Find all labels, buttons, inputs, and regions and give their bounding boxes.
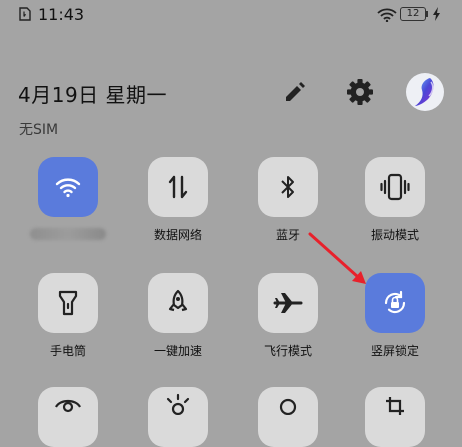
user-avatar[interactable] [406,73,444,111]
settings-gear-icon[interactable] [343,75,377,109]
sun-icon [166,393,190,415]
tile-wifi[interactable] [18,157,118,267]
tile-rotation-lock[interactable]: 竖屏锁定 [345,273,445,383]
data-network-toggle[interactable] [148,157,208,217]
tile-search[interactable] [258,387,318,447]
battery-tip [426,11,428,17]
tile-data-network[interactable]: 数据网络 [128,157,228,267]
airplane-icon [273,293,303,313]
tile-label-flashlight: 手电筒 [49,344,86,358]
data-network-icon [168,175,188,199]
tile-label-airplane: 飞行模式 [263,344,312,358]
sim-status-label: 无SIM [19,122,59,138]
charging-bolt-icon [433,7,440,21]
vibrate-icon [380,173,410,201]
tile-label-data: 数据网络 [153,228,202,242]
rocket-icon [168,289,188,312]
flashlight-icon [58,290,78,316]
vibrate-toggle[interactable] [365,157,425,217]
tile-boost[interactable]: 一键加速 [128,273,228,383]
bluetooth-toggle[interactable] [258,157,318,217]
tile-brightness[interactable] [148,387,208,447]
tile-label-rotation-lock: 竖屏锁定 [370,344,419,358]
wifi-network-name-redacted [30,228,106,240]
sim-card-icon [19,7,31,21]
status-bar: 11:43 12 [0,0,462,32]
tile-flashlight[interactable]: 手电筒 [18,273,118,383]
bluetooth-icon [281,176,294,198]
boost-toggle[interactable] [148,273,208,333]
date-label: 4月19日 星期一 [18,83,168,107]
tile-label-boost: 一键加速 [153,344,202,358]
crop-icon [386,397,404,415]
tile-airplane[interactable]: 飞行模式 [238,273,338,383]
wifi-signal-icon [377,8,397,22]
flashlight-toggle[interactable] [38,273,98,333]
search-icon [279,398,297,415]
status-clock: 11:43 [38,5,85,24]
battery-level: 12 [406,8,420,19]
wifi-icon [55,178,81,198]
tile-screenshot[interactable] [365,387,425,447]
rotation-lock-icon [384,290,406,314]
battery-indicator: 12 [400,7,426,21]
annotation-arrow [308,232,366,284]
wifi-toggle[interactable] [38,157,98,217]
rotation-lock-toggle[interactable] [365,273,425,333]
tile-eye-comfort[interactable] [38,387,98,447]
edit-pencil-icon[interactable] [280,77,310,107]
eye-icon [55,399,81,413]
avatar-swirl-icon [415,78,434,106]
